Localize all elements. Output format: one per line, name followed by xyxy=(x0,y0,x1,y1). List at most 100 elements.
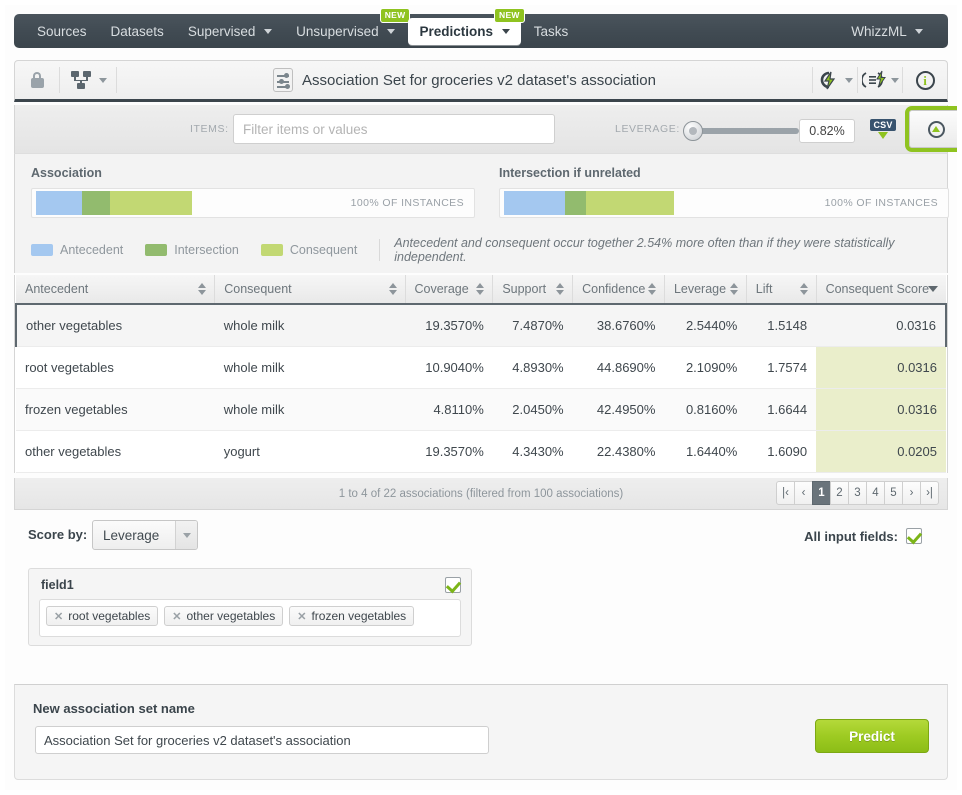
configure-button[interactable] xyxy=(813,61,857,99)
nav-item-predictions[interactable]: Predictions NEW xyxy=(408,7,525,45)
pagination-prev[interactable]: ‹ xyxy=(794,481,813,505)
column-header-leverage[interactable]: Leverage xyxy=(664,275,747,305)
nav-item-tasks[interactable]: Tasks xyxy=(523,18,580,45)
leverage-value[interactable]: 0.82% xyxy=(799,119,855,143)
association-set-icon xyxy=(273,68,294,92)
remove-token-icon[interactable]: ✕ xyxy=(54,610,63,623)
pagination-page-2[interactable]: 2 xyxy=(830,481,849,505)
nav-item-unsupervised[interactable]: Unsupervised NEW xyxy=(285,7,411,45)
new-badge: NEW xyxy=(494,7,525,23)
nav-label: WhizzML xyxy=(851,23,907,39)
lift-cell: 1.7574 xyxy=(746,346,817,389)
nav-item-datasets[interactable]: Datasets xyxy=(100,18,175,45)
nav-item-sources[interactable]: Sources xyxy=(26,18,98,45)
column-header-consequent[interactable]: Consequent xyxy=(214,275,406,305)
column-header-support[interactable]: Support xyxy=(492,275,574,305)
leverage-label: LEVERAGE: xyxy=(615,123,680,135)
pagination-next[interactable]: › xyxy=(902,481,921,505)
nav-label: Supervised xyxy=(187,23,256,39)
resource-tree-button[interactable] xyxy=(60,61,116,99)
association-bar-caption: 100% OF INSTANCES xyxy=(350,197,464,209)
support-cell: 7.4870% xyxy=(492,303,573,347)
score-by-value: Leverage xyxy=(103,527,160,543)
field-value-token[interactable]: ✕ root vegetables xyxy=(46,606,159,626)
sort-both-icon[interactable] xyxy=(729,282,739,296)
field-checkbox[interactable] xyxy=(445,577,461,593)
sort-both-icon[interactable] xyxy=(388,282,398,296)
column-header-consequent-score[interactable]: Consequent Score xyxy=(816,275,946,305)
chevron-down-icon xyxy=(890,77,899,83)
associations-table: Antecedent Consequent Coverage Support Confi… xyxy=(15,275,947,473)
chevron-down-icon xyxy=(915,29,923,35)
privacy-lock-button[interactable] xyxy=(15,61,59,99)
column-header-confidence[interactable]: Confidence xyxy=(572,275,665,305)
confidence-cell: 22.4380% xyxy=(572,430,665,473)
pagination-last[interactable]: ›| xyxy=(920,481,939,505)
association-heading: Association xyxy=(31,166,102,180)
column-header-label: Consequent xyxy=(224,282,292,296)
predict-button[interactable]: Predict xyxy=(815,719,929,753)
leverage-cell: 2.1090% xyxy=(664,346,747,389)
bar-segment-antecedent xyxy=(36,191,82,215)
script-button[interactable] xyxy=(858,61,902,99)
info-button[interactable]: i xyxy=(903,61,947,99)
nav-item-whizzml[interactable]: WhizzML xyxy=(840,18,934,45)
legend-swatch xyxy=(145,244,168,256)
column-header-coverage[interactable]: Coverage xyxy=(405,275,494,305)
intersection-heading: Intersection if unrelated xyxy=(499,166,641,180)
column-header-label: Coverage xyxy=(414,282,469,296)
pagination-page-5[interactable]: 5 xyxy=(884,481,903,505)
consequent-cell: yogurt xyxy=(214,430,405,473)
field-value-token[interactable]: ✕ other vegetables xyxy=(164,606,284,626)
table-row[interactable]: frozen vegetables whole milk 4.8110% 2.0450… xyxy=(16,388,946,431)
association-summary-panel: Association 100% OF INSTANCES Intersecti… xyxy=(14,153,949,273)
table-row[interactable]: other vegetables whole milk 19.3570% 7.4870… xyxy=(15,303,947,347)
new-name-input[interactable] xyxy=(35,726,489,754)
all-input-fields-checkbox[interactable] xyxy=(906,528,922,544)
nav-label: Datasets xyxy=(110,23,164,39)
legend-label: Consequent xyxy=(289,243,358,257)
sort-both-icon[interactable] xyxy=(799,282,809,296)
leverage-slider[interactable] xyxy=(683,121,799,141)
consequent-score-cell: 0.0205 xyxy=(816,430,946,473)
consequent-score-cell: 0.0316 xyxy=(816,346,946,389)
pagination-page-4[interactable]: 4 xyxy=(866,481,885,505)
antecedent-cell: frozen vegetables xyxy=(16,388,215,431)
legend-label: Intersection xyxy=(174,243,239,257)
bar-segment-intersection xyxy=(82,191,110,215)
support-cell: 2.0450% xyxy=(492,388,573,431)
nav-label: Predictions xyxy=(419,23,493,39)
download-csv-button[interactable]: CSV xyxy=(867,113,899,145)
sort-both-icon[interactable] xyxy=(198,282,207,296)
field-panel: field1 ✕ root vegetables ✕ other vegetables… xyxy=(28,568,472,646)
search-input[interactable] xyxy=(233,114,555,144)
remove-token-icon[interactable]: ✕ xyxy=(172,610,181,623)
score-by-select[interactable]: Leverage xyxy=(92,520,198,550)
column-header-lift[interactable]: Lift xyxy=(746,275,817,305)
table-row[interactable]: other vegetables yogurt 19.3570% 4.3430% 22.… xyxy=(16,430,946,473)
field-value-token[interactable]: ✕ frozen vegetables xyxy=(289,606,415,626)
column-header-label: Lift xyxy=(755,282,773,296)
table-row[interactable]: root vegetables whole milk 10.9040% 4.8930%… xyxy=(16,346,946,389)
score-by-label: Score by: xyxy=(28,527,88,542)
leverage-slider-handle[interactable] xyxy=(683,121,703,141)
sort-both-icon[interactable] xyxy=(556,282,565,296)
pagination-page-1[interactable]: 1 xyxy=(812,481,831,505)
collapse-panel-button[interactable] xyxy=(905,106,962,152)
pagination-page-3[interactable]: 3 xyxy=(848,481,867,505)
association-left-column: Association 100% OF INSTANCES xyxy=(31,166,475,218)
coverage-cell: 19.3570% xyxy=(405,303,493,347)
pagination-first[interactable]: |‹ xyxy=(776,481,795,505)
column-header-antecedent[interactable]: Antecedent xyxy=(16,275,216,305)
sort-desc-icon[interactable] xyxy=(928,286,938,292)
association-bar-segments xyxy=(36,191,192,215)
items-label: ITEMS: xyxy=(190,123,229,135)
chevron-down-icon xyxy=(264,29,273,35)
remove-token-icon[interactable]: ✕ xyxy=(297,610,306,623)
field-token-list[interactable]: ✕ root vegetables ✕ other vegetables ✕ frozen… xyxy=(39,599,461,637)
sort-both-icon[interactable] xyxy=(647,282,657,296)
new-association-set-panel: New association set name Predict xyxy=(14,684,948,780)
nav-item-supervised[interactable]: Supervised xyxy=(177,18,283,45)
sort-both-icon[interactable] xyxy=(476,282,485,296)
support-cell: 4.3430% xyxy=(492,430,573,473)
